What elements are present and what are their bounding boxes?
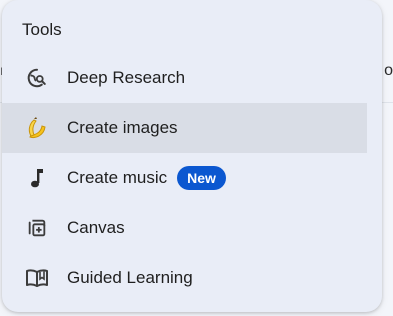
music-note-icon [24, 165, 50, 191]
menu-item-create-music[interactable]: Create music New [2, 153, 367, 203]
menu-item-create-images[interactable]: Create images [2, 103, 367, 153]
menu-item-label: Create music [67, 168, 168, 187]
menu-item-label: Create images [67, 118, 178, 137]
canvas-icon [24, 215, 50, 241]
background-text-fragment-right: o [384, 62, 393, 79]
menu-item-label: Guided Learning [67, 268, 193, 287]
deep-research-icon [24, 65, 50, 91]
tools-menu: Tools Deep Research Create images Create… [2, 0, 382, 312]
menu-title: Tools [22, 20, 62, 39]
menu-item-label: Canvas [67, 218, 125, 237]
book-icon [24, 265, 50, 291]
menu-item-deep-research[interactable]: Deep Research [2, 53, 367, 103]
menu-item-canvas[interactable]: Canvas [2, 203, 367, 253]
new-badge: New [177, 166, 226, 190]
banana-icon [24, 115, 50, 141]
menu-item-label: Deep Research [67, 68, 186, 87]
menu-item-guided-learning[interactable]: Guided Learning [2, 253, 367, 303]
